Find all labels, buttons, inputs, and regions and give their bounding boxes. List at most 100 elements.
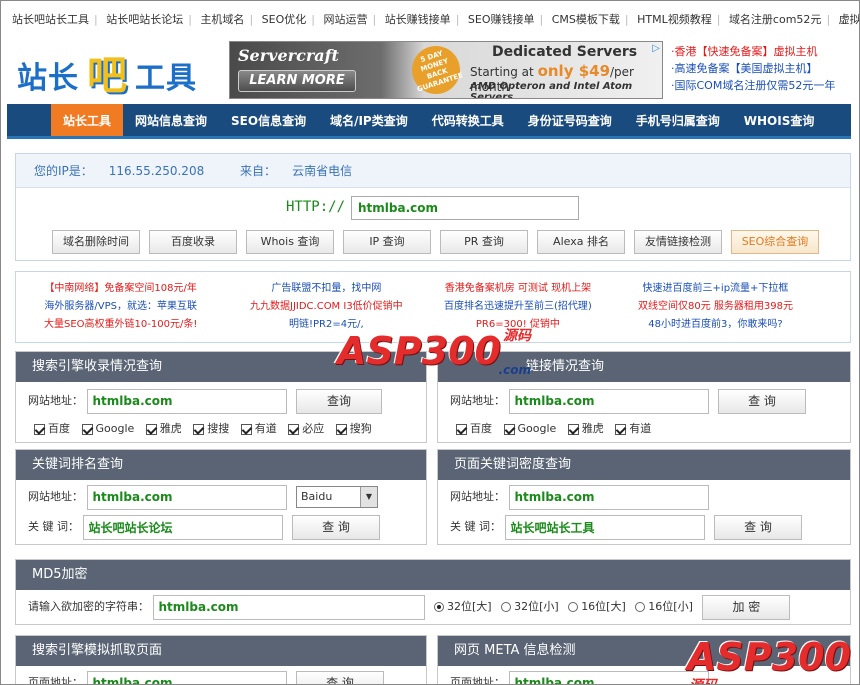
nav-item-domain-ip[interactable]: 域名/IP类查询 [318, 104, 420, 136]
ad-link[interactable]: 百度排名迅速提升至前三(招代理) [444, 298, 592, 316]
url-input[interactable] [86, 670, 287, 684]
radio-32-upper[interactable] [434, 602, 444, 612]
ad-link[interactable]: 海外服务器/VPS，就选：苹果互联 [44, 298, 197, 316]
site-logo[interactable]: 站长 吧 工具 [17, 43, 217, 99]
ad-link[interactable]: 九九数据JJIDC.COM I3低价促销中 [250, 298, 403, 316]
nav-item-id-lookup[interactable]: 身份证号码查询 [516, 104, 624, 136]
engine-checkboxes: 百度 Google 雅虎 搜搜 有道 必应 搜狗 [34, 416, 380, 442]
seo-overall-button[interactable]: SEO综合查询 [731, 230, 819, 254]
query-button[interactable]: 查询 [296, 388, 382, 414]
checkbox[interactable] [615, 423, 627, 435]
side-ad-link[interactable]: ·高速免备案【美国虚拟主机】 [671, 60, 851, 77]
top-link[interactable]: SEO赚钱接单 [463, 13, 540, 26]
ad-link[interactable]: 【中南网络】免备案空间108元/年 [44, 280, 197, 298]
top-links-bar: 站长吧站长工具 | 站长吧站长论坛 | 主机域名 | SEO优化 | 网站运营 | 站长赚… [7, 7, 859, 33]
baidu-index-button[interactable]: 百度收录 [149, 230, 237, 254]
keyword-rank-panel: 关键词排名查询 网站地址： Baidu 关 键 词： 查 询 [15, 449, 427, 545]
url-input[interactable] [351, 195, 580, 220]
radio-16-upper[interactable] [568, 602, 579, 612]
query-button[interactable]: 查 询 [296, 670, 384, 684]
checkbox[interactable] [503, 423, 515, 435]
nav-item-seo-info[interactable]: SEO信息查询 [219, 104, 318, 136]
nav-item-tools[interactable]: 站长工具 [51, 104, 124, 136]
url-input[interactable] [508, 388, 709, 414]
top-link[interactable]: HTML视频教程 [632, 13, 717, 26]
md5-row: 请输入欲加密的字符串： 32位[大] 32位[小] 16位[大] 16位[小] … [28, 594, 791, 620]
checkbox[interactable] [81, 423, 93, 435]
checkbox[interactable] [288, 423, 300, 435]
http-label: HTTP:// [286, 199, 346, 215]
query-button[interactable]: 查 询 [718, 388, 806, 414]
keyword-input[interactable] [82, 514, 283, 540]
alexa-rank-button[interactable]: Alexa 排名 [537, 230, 625, 254]
nav-item-code-convert[interactable]: 代码转换工具 [420, 104, 516, 136]
checkbox[interactable] [193, 423, 205, 435]
keyword-density-panel: 页面关键词密度查询 网站地址： 关 键 词： 查 询 [437, 449, 851, 545]
top-link[interactable]: 站长吧站长论坛 [101, 13, 188, 26]
ad-link[interactable]: 快速进百度前三+ip流量+下拉框 [638, 280, 793, 298]
ad-column: 快速进百度前三+ip流量+下拉框 双线空间仅80元 服务器租用398元 48小时… [638, 280, 793, 334]
domain-delete-button[interactable]: 域名删除时间 [52, 230, 140, 254]
query-button[interactable]: 查 询 [292, 514, 380, 540]
engine-checkboxes: 百度 Google 雅虎 有道 [456, 416, 659, 442]
checkbox[interactable] [145, 423, 157, 435]
ad-link[interactable]: 48小时进百度前3，你敢来吗? [638, 316, 793, 334]
url-input[interactable] [86, 388, 287, 414]
keyword-row: 关 键 词： 查 询 [450, 514, 802, 540]
logo-text-gongju: 工具 [135, 61, 197, 96]
url-input[interactable] [508, 484, 709, 510]
learn-more-button[interactable]: LEARN MORE [238, 70, 356, 92]
url-input[interactable] [508, 670, 709, 684]
top-link[interactable]: 虚拟主机 [834, 13, 859, 26]
top-link[interactable]: CMS模板下载 [547, 13, 625, 26]
encrypt-button[interactable]: 加 密 [702, 594, 791, 620]
friend-link-button[interactable]: 友情链接检测 [634, 230, 722, 254]
tool-buttons: 域名删除时间 百度收录 Whois 查询 IP 查询 PR 查询 Alexa 排… [52, 230, 842, 254]
ad-link[interactable]: 香港免备案机房 可测试 现机上架 [444, 280, 592, 298]
logo-text-zhanzhang: 站长 [17, 61, 79, 96]
nav-item-site-info[interactable]: 网站信息查询 [123, 104, 219, 136]
keyword-input[interactable] [504, 514, 705, 540]
top-link[interactable]: 站长吧站长工具 [7, 13, 94, 26]
side-ad-link[interactable]: ·香港【快速免备案】虚拟主机 [671, 43, 851, 60]
md5-panel: MD5加密 请输入欲加密的字符串： 32位[大] 32位[小] 16位[大] 1… [15, 559, 851, 625]
banner-cpu: AMD Opteron and Intel Atom Servers. [470, 81, 633, 99]
banner-title: Dedicated Servers [492, 44, 638, 60]
url-row: 网站地址： 查 询 [450, 388, 806, 414]
md5-input[interactable] [152, 594, 425, 620]
top-link[interactable]: 主机域名 [195, 13, 249, 26]
ad-choices-icon[interactable]: ▷ [652, 43, 660, 54]
ip-query-button[interactable]: IP 查询 [343, 230, 431, 254]
checkbox[interactable] [34, 423, 45, 435]
query-button[interactable]: 查 询 [714, 514, 802, 540]
url-row: 网站地址： Baidu [28, 484, 378, 510]
whois-button[interactable]: Whois 查询 [246, 230, 334, 254]
top-link[interactable]: 网站运营 [318, 13, 372, 26]
keyword-row: 关 键 词： 查 询 [28, 514, 380, 540]
radio-16-lower[interactable] [635, 602, 646, 612]
panel-title: 搜索引擎模拟抓取页面 [16, 636, 426, 666]
top-link[interactable]: 站长赚钱接单 [380, 13, 456, 26]
url-row: 页面地址： 查 询 [28, 670, 384, 684]
checkbox[interactable] [335, 423, 347, 435]
engine-select[interactable]: Baidu [296, 486, 378, 508]
side-ad-link[interactable]: ·国际COM域名注册仅需52元一年 [671, 77, 851, 94]
checkbox[interactable] [240, 423, 252, 435]
radio-32-lower[interactable] [501, 602, 512, 612]
pr-query-button[interactable]: PR 查询 [440, 230, 528, 254]
banner-ad[interactable]: Servercraft LEARN MORE 5 DAY MONEY BACK … [229, 41, 663, 99]
top-link[interactable]: 域名注册com52元 [724, 13, 827, 26]
ad-column: 【中南网络】免备案空间108元/年 海外服务器/VPS，就选：苹果互联 大量SE… [44, 280, 197, 334]
nav-item-whois[interactable]: WHOIS查询 [732, 104, 827, 136]
money-back-badge: 5 DAY MONEY BACK GUARANTEE [405, 42, 467, 98]
ad-link[interactable]: 广告联盟不扣量，找中网 [250, 280, 403, 298]
ad-link[interactable]: 大量SEO高权重外链10-100元/条! [44, 316, 197, 334]
browser-page: 站长吧站长工具 | 站长吧站长论坛 | 主机域名 | SEO优化 | 网站运营 | 站长赚… [0, 0, 860, 685]
ad-link[interactable]: 双线空间仅80元 服务器租用398元 [638, 298, 793, 316]
url-input[interactable] [86, 484, 287, 510]
watermark-logo: ASP300源码 [687, 635, 851, 684]
top-link[interactable]: SEO优化 [257, 13, 312, 26]
nav-item-phone-lookup[interactable]: 手机号归属查询 [624, 104, 732, 136]
checkbox[interactable] [567, 423, 579, 435]
checkbox[interactable] [456, 423, 467, 435]
